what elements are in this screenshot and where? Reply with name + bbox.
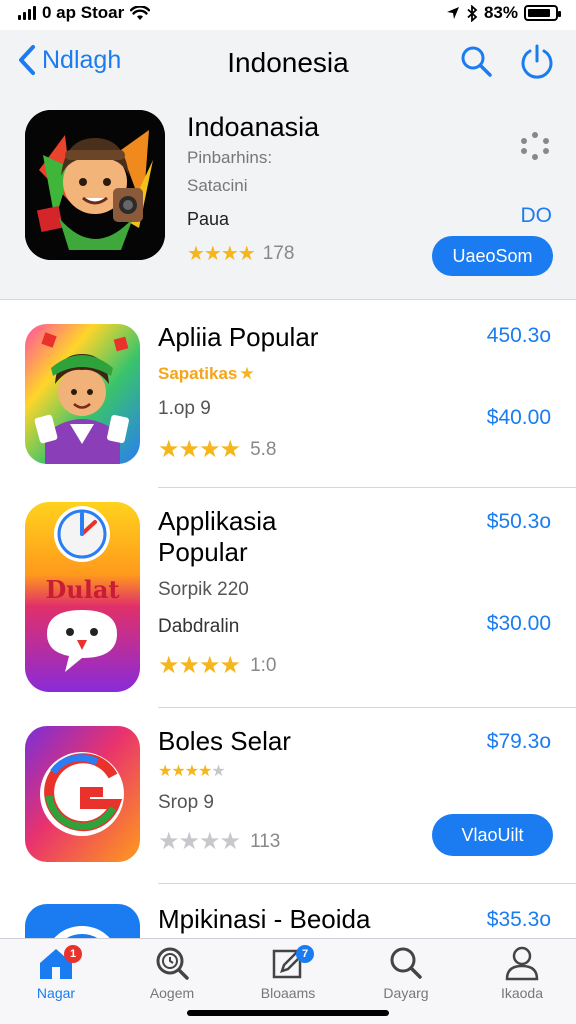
tab-label: Bloaams	[260, 985, 316, 1001]
app-row-3[interactable]: Boles Selar ★★★★★ Srop 9 ★★★★ 113 $79.3o…	[0, 708, 576, 884]
search-clock-icon	[156, 947, 189, 980]
location-icon	[446, 7, 459, 19]
featured-app[interactable]: Indoanasia Pinbarhins: Satacini Paua ★★★…	[0, 100, 576, 300]
tab-label: Nagar	[36, 985, 76, 1001]
tab-label: Dayarg	[383, 985, 429, 1001]
person-icon	[505, 946, 539, 981]
app-icon	[25, 726, 140, 862]
app-name: Boles Selar	[158, 726, 291, 756]
search-icon	[390, 947, 422, 979]
app-info: Srop 9	[158, 792, 214, 813]
app-price-top: $50.3o	[486, 510, 551, 533]
featured-app-line1: Pinbarhins:	[187, 148, 273, 167]
tab-5[interactable]: Ikaoda	[474, 945, 570, 1001]
rating-count: 5.8	[250, 439, 277, 460]
featured-rating: ★★★★ 178	[187, 243, 294, 265]
featured-app-name: Indoanasia	[187, 112, 320, 142]
chevron-left-icon	[19, 45, 35, 75]
app-name-line2: Popular	[158, 537, 248, 567]
nav-bar: Ndlagh Indonesia	[0, 30, 576, 100]
carrier-label: 0 ap Stoar	[42, 3, 125, 22]
rating-stars-gray: ★★★★	[158, 828, 241, 855]
battery-icon	[524, 5, 561, 21]
app-icon: Dulat	[25, 502, 140, 692]
tab-4[interactable]: Dayarg	[358, 945, 454, 1001]
app-info: 1.op 9	[158, 398, 211, 419]
featured-get-button[interactable]: UaeoSom	[432, 236, 553, 276]
back-label: Ndlagh	[42, 45, 122, 74]
app-info: Sorpik 220	[158, 579, 249, 600]
app-icon	[25, 904, 140, 938]
app-sub-rating: ★★★★★	[158, 763, 226, 780]
app-price-top: 450.3o	[486, 324, 551, 347]
battery-percent: 83%	[483, 3, 518, 22]
rating-stars: ★★★★	[187, 243, 256, 265]
app-row-1[interactable]: Apliia Popular Sapatikas ★ 1.op 9 ★★★★ 5…	[0, 300, 576, 488]
app-name: Apliia Popular	[158, 322, 319, 352]
signal-icon	[18, 6, 36, 20]
rating-stars: ★★★★	[158, 436, 241, 463]
featured-price: DO	[520, 204, 553, 227]
wifi-icon	[130, 5, 151, 20]
nav-actions	[460, 44, 554, 80]
featured-app-line2: Satacini	[187, 176, 248, 195]
featured-app-line3: Paua	[187, 209, 230, 229]
power-icon[interactable]	[520, 44, 554, 80]
app-info-2: Dabdralin	[158, 616, 240, 637]
app-rating: ★★★★ 1:0	[158, 654, 276, 678]
battery-fill	[528, 9, 550, 17]
app-row-2[interactable]: Dulat Applikasia Popular Sorpik 220 Dabd…	[0, 488, 576, 708]
tab-2[interactable]: Aogem	[124, 945, 220, 1001]
app-subtitle: Sapatikas	[158, 364, 238, 383]
status-right: 83%	[446, 3, 561, 23]
rating-count: 178	[262, 243, 295, 264]
app-subtitle-row: Sapatikas ★	[158, 364, 255, 384]
tab-home[interactable]: 1 Nagar	[8, 945, 104, 1001]
back-button[interactable]: Ndlagh	[18, 44, 121, 76]
app-icon-text: Dulat	[45, 575, 120, 604]
rating-stars: ★★★★	[158, 652, 241, 679]
app-rating: ★★★★ 113	[158, 830, 280, 854]
app-name: Applikasia	[158, 506, 277, 536]
rating-count: 1:0	[250, 655, 277, 676]
app-get-button[interactable]: VlaoUilt	[432, 814, 553, 856]
tab-label: Ikaoda	[500, 985, 544, 1001]
app-icon	[25, 324, 140, 464]
tab-label: Aogem	[149, 985, 195, 1001]
tab-badge: 7	[296, 945, 314, 963]
tab-badge: 1	[64, 945, 82, 963]
app-price-top: $79.3o	[486, 730, 551, 753]
star-icon: ★	[239, 364, 255, 383]
search-icon[interactable]	[460, 44, 494, 80]
bluetooth-icon	[467, 4, 478, 22]
rating-count: 113	[250, 831, 281, 852]
app-rating: ★★★★ 5.8	[158, 438, 276, 462]
app-price-bottom[interactable]: $40.00	[487, 406, 551, 430]
tab-3[interactable]: 7 Bloaams	[240, 945, 336, 1001]
more-dots-icon[interactable]	[519, 130, 551, 162]
status-left: 0 ap Stoar	[18, 3, 151, 23]
app-row-4[interactable]: Mpikinasi - Beoida $35.3o	[0, 884, 576, 938]
app-price-top: $35.3o	[486, 908, 551, 931]
featured-app-icon	[25, 110, 165, 260]
rating-stars-small: ★★★★★	[158, 763, 226, 780]
app-name: Mpikinasi - Beoida	[158, 904, 371, 934]
home-indicator	[187, 1010, 389, 1016]
app-price-bottom[interactable]: $30.00	[487, 612, 551, 636]
status-bar: 0 ap Stoar 83%	[0, 0, 576, 26]
